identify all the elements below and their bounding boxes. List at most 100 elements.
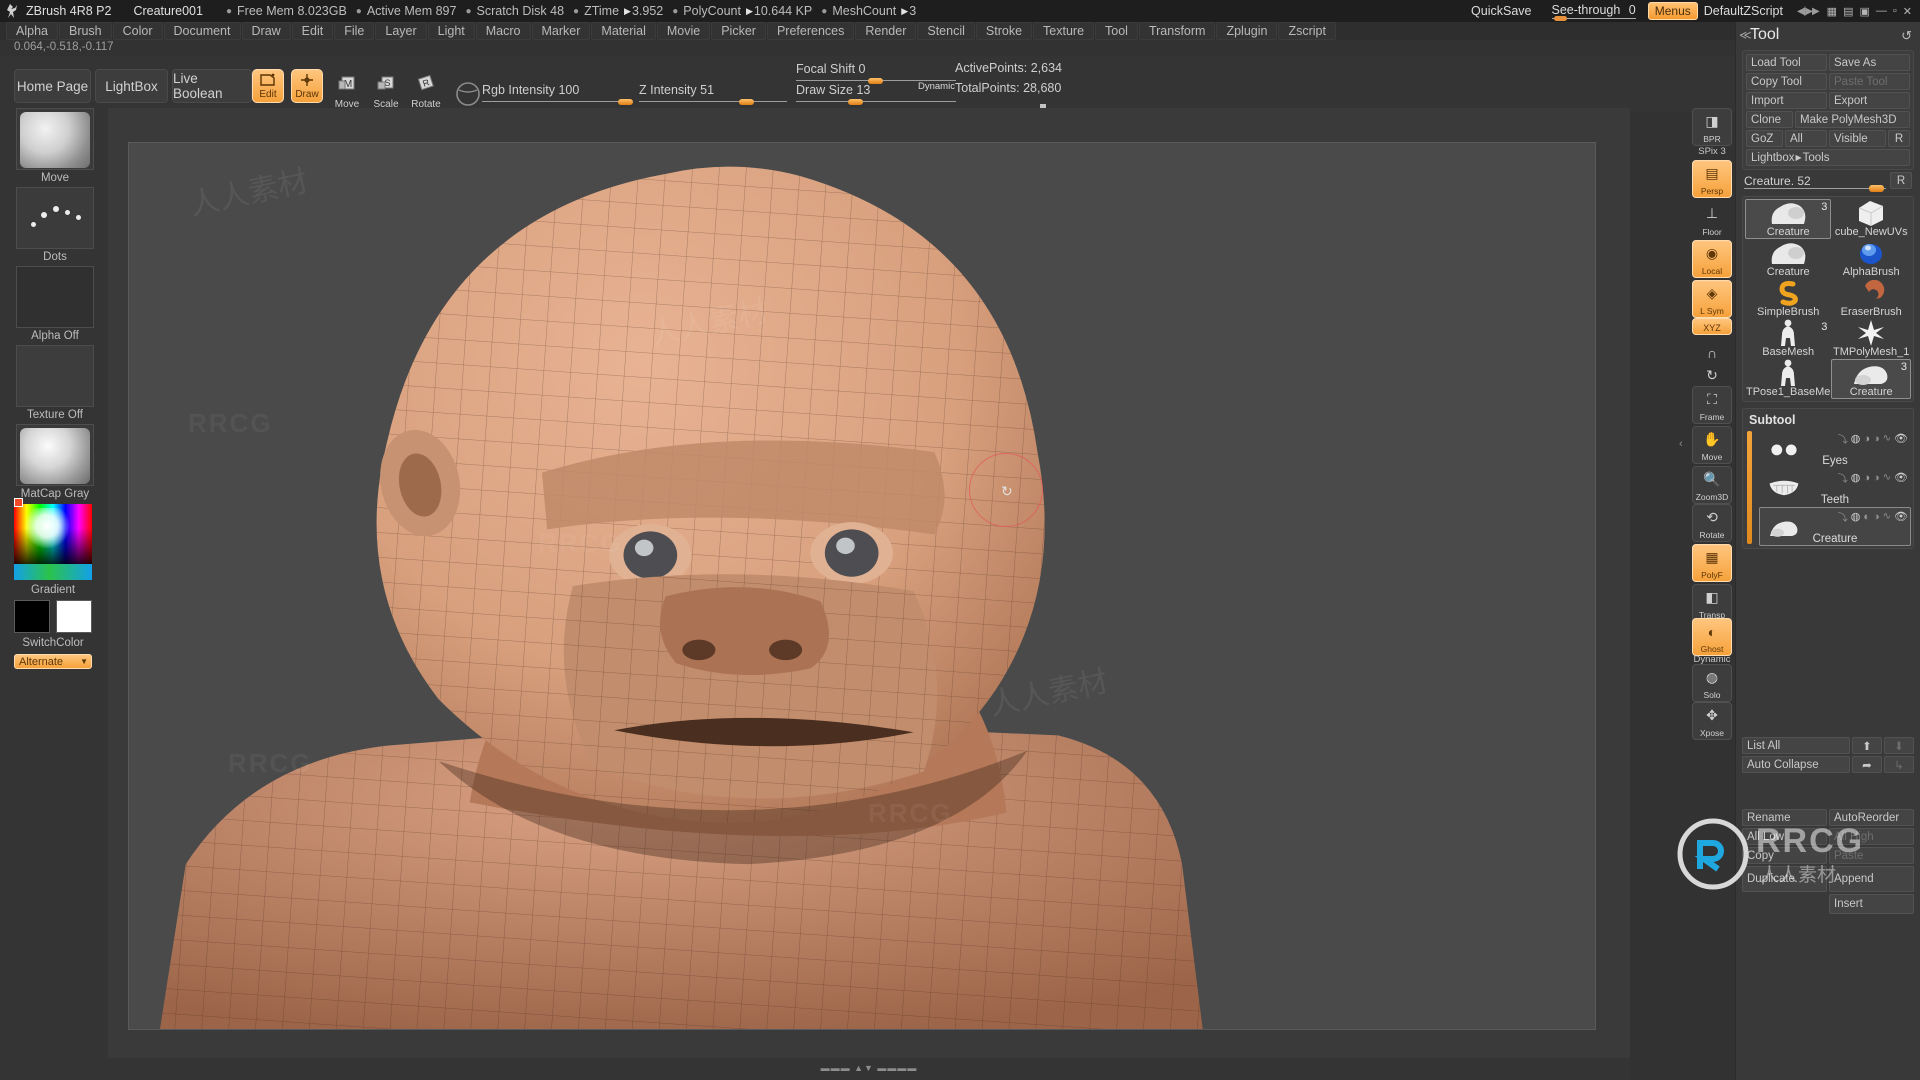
polypaint-icon[interactable]: ◐ — [1863, 511, 1870, 523]
secondary-color-swatch[interactable] — [56, 600, 92, 633]
see-through-knob[interactable] — [1554, 16, 1567, 21]
visibility-toggle-icon[interactable]: ◍ — [1851, 432, 1861, 445]
panel-icon[interactable]: ▤ — [1843, 5, 1853, 18]
menu-item-color[interactable]: Color — [113, 22, 163, 40]
menu-item-texture[interactable]: Texture — [1033, 22, 1094, 40]
menu-item-zscript[interactable]: Zscript — [1278, 22, 1336, 40]
alpha-selector[interactable]: Alpha Off — [16, 266, 94, 342]
color-swatches[interactable] — [14, 600, 92, 633]
color-picker[interactable] — [14, 504, 92, 580]
subtool-scroll-bar[interactable] — [1747, 431, 1752, 544]
eye-icon[interactable]: 👁 — [1894, 471, 1908, 484]
xyz-button[interactable]: XYZ — [1692, 318, 1732, 335]
live-boolean-button[interactable]: Live Boolean — [172, 69, 252, 103]
append-button[interactable]: Append — [1829, 866, 1914, 892]
rgb-intensity-slider[interactable]: Rgb Intensity 100 — [482, 84, 632, 102]
r-button[interactable]: R — [1888, 130, 1910, 147]
menus-button[interactable]: Menus — [1648, 2, 1698, 20]
menu-item-alpha[interactable]: Alpha — [6, 22, 58, 40]
save-as-button[interactable]: Save As — [1829, 54, 1910, 71]
make-polymesh3d-button[interactable]: Make PolyMesh3D — [1795, 111, 1910, 128]
autoreorder-button[interactable]: AutoReorder — [1829, 809, 1914, 826]
color-marker[interactable] — [14, 498, 23, 507]
menu-item-picker[interactable]: Picker — [711, 22, 766, 40]
outdent-button[interactable]: ➦ — [1852, 756, 1882, 773]
indent-button[interactable]: ↳ — [1884, 756, 1914, 773]
curve-icon[interactable]: ∿ — [1883, 472, 1891, 483]
focal-shift-slider[interactable]: Focal Shift 0 — [796, 63, 956, 81]
rail-collapse-arrow-icon[interactable]: ‹ — [1679, 438, 1683, 450]
lightbox-tools-button[interactable]: Lightbox ▶ Tools — [1746, 149, 1910, 166]
polyf-button[interactable]: ▦ PolyF — [1692, 544, 1732, 582]
menu-item-edit[interactable]: Edit — [292, 22, 334, 40]
panel-collapse-icon[interactable]: ≪ — [1739, 28, 1752, 42]
see-through-slider[interactable]: See-through 0 — [1552, 3, 1636, 19]
visible-button[interactable]: Visible — [1829, 130, 1886, 147]
all-button[interactable]: All — [1785, 130, 1827, 147]
menu-item-zplugin[interactable]: Zplugin — [1216, 22, 1277, 40]
default-zscript-label[interactable]: DefaultZScript — [1704, 4, 1783, 18]
goz-button[interactable]: GoZ — [1746, 130, 1783, 147]
paste-tool-button[interactable]: Paste Tool — [1829, 73, 1910, 90]
menu-item-transform[interactable]: Transform — [1139, 22, 1216, 40]
polyframe-toggle-icon[interactable]: ◑ — [1873, 433, 1880, 445]
creature-slider-r-button[interactable]: R — [1890, 172, 1912, 189]
reset-icon[interactable]: ↺ — [1901, 28, 1912, 44]
polypaint-icon[interactable]: ◑ — [1863, 433, 1870, 445]
menu-item-tool[interactable]: Tool — [1095, 22, 1138, 40]
visibility-toggle-icon[interactable]: ◍ — [1851, 471, 1861, 484]
copy-button[interactable]: Copy — [1742, 847, 1827, 864]
tool-item-creature[interactable]: 3Creature — [1831, 359, 1911, 399]
material-selector[interactable]: MatCap Gray — [16, 424, 94, 500]
headphone-button[interactable]: ∩ — [1692, 340, 1732, 366]
menu-item-light[interactable]: Light — [428, 22, 475, 40]
solo-button[interactable]: ◍ Solo — [1692, 664, 1732, 702]
eye-icon[interactable]: 👁 — [1894, 432, 1908, 445]
load-tool-button[interactable]: Load Tool — [1746, 54, 1827, 71]
subtool-row-eyes[interactable]: ⤵◍◑◑∿👁Eyes — [1759, 429, 1911, 468]
xpose-button[interactable]: ✥ Xpose — [1692, 702, 1732, 740]
subtool-row-icons[interactable]: ⤵◍◑◑∿👁 — [1838, 431, 1908, 446]
dynamic-badge[interactable]: Dynamic — [918, 81, 955, 92]
menu-item-movie[interactable]: Movie — [657, 22, 710, 40]
tool-item-tpose1-baseme[interactable]: TPose1_BaseMe — [1745, 359, 1831, 399]
maximize-icon[interactable]: ▫ — [1893, 5, 1897, 17]
minimize-icon[interactable]: — — [1876, 5, 1887, 17]
duplicate-button[interactable]: Duplicate — [1742, 866, 1827, 892]
frame-button[interactable]: ⛶ Frame — [1692, 386, 1732, 424]
primary-color-swatch[interactable] — [14, 600, 50, 633]
insert-button[interactable]: Insert — [1829, 894, 1914, 914]
canvas-area[interactable]: ↻ 人人素材 RRCG 人人素材 RRCG 人人素材 RRCG RRCG — [108, 108, 1630, 1058]
tool-item-creature[interactable]: Creature — [1745, 239, 1831, 279]
quicksave-button[interactable]: QuickSave — [1471, 4, 1531, 18]
export-button[interactable]: Export — [1829, 92, 1910, 109]
list-all-button[interactable]: List All — [1742, 737, 1850, 754]
menu-item-render[interactable]: Render — [855, 22, 916, 40]
lightbox-button[interactable]: LightBox — [95, 69, 168, 103]
subtool-row-icons[interactable]: ⤵◍◑◑∿👁 — [1838, 470, 1908, 485]
tool-item-eraserbrush[interactable]: EraserBrush — [1831, 279, 1911, 319]
ghost-button[interactable]: ◐ Ghost — [1692, 618, 1732, 656]
tool-item-cube-newuvs[interactable]: cube_NewUVs — [1831, 199, 1911, 239]
draw-button[interactable]: Draw — [291, 69, 323, 103]
import-button[interactable]: Import — [1746, 92, 1827, 109]
rotate-button[interactable]: R Rotate — [406, 68, 446, 110]
transp-button[interactable]: ◧ Transp — [1692, 584, 1732, 622]
visibility-toggle-icon[interactable]: ◍ — [1851, 510, 1861, 523]
texture-selector[interactable]: Texture Off — [16, 345, 94, 421]
menu-item-file[interactable]: File — [334, 22, 374, 40]
rotate-small-button[interactable]: ↻ — [1692, 364, 1732, 388]
tool-item-basemesh[interactable]: 3BaseMesh — [1745, 319, 1831, 359]
paste-button[interactable]: Paste — [1829, 847, 1914, 864]
rotate-view-button[interactable]: ⟲ Rotate — [1692, 504, 1732, 542]
curve-icon[interactable]: ∿ — [1883, 511, 1891, 522]
menu-item-layer[interactable]: Layer — [375, 22, 426, 40]
rename-button[interactable]: Rename — [1742, 809, 1827, 826]
eye-icon[interactable]: 👁 — [1894, 510, 1908, 523]
rgb-intensity-knob[interactable] — [618, 99, 633, 105]
menu-item-marker[interactable]: Marker — [532, 22, 591, 40]
bpr-button[interactable]: ◨ BPR — [1692, 108, 1732, 146]
tool-item-simplebrush[interactable]: SimpleBrush — [1745, 279, 1831, 319]
lsym-button[interactable]: ◈ L Sym — [1692, 280, 1732, 318]
menu-item-preferences[interactable]: Preferences — [767, 22, 854, 40]
